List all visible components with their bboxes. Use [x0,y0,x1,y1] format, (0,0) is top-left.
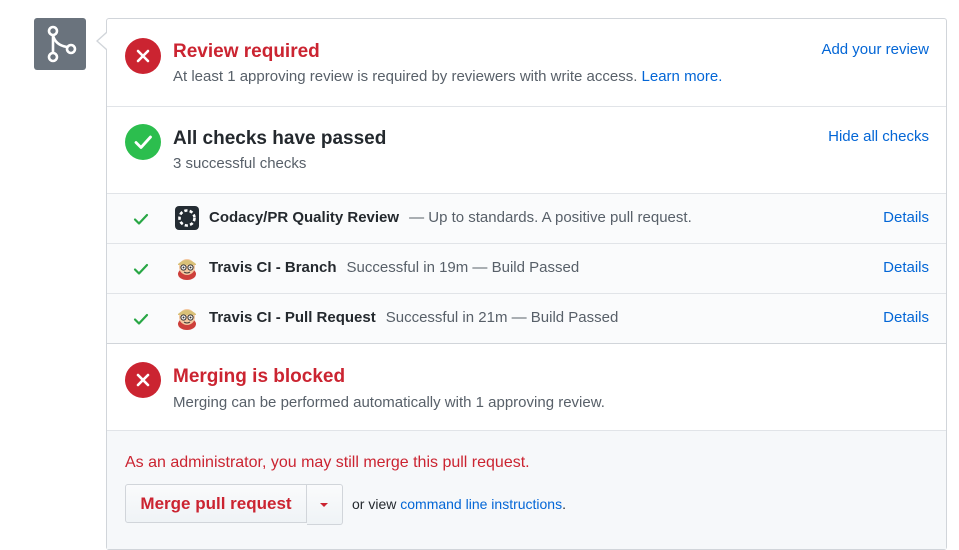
review-description-text: At least 1 approving review is required … [173,68,638,85]
check-row-travis-pr: Travis CI - Pull Request Successful in 21… [107,294,946,344]
merge-status-panel: Review required At least 1 approving rev… [106,18,947,550]
checks-description: 3 successful checks [173,155,307,172]
period-text: . [562,496,566,512]
command-line-hint: or view command line instructions. [352,496,566,512]
check-status: — Up to standards. A positive pull reque… [409,209,692,226]
check-icon [134,135,152,149]
check-name: Travis CI - Pull Request [209,309,376,326]
learn-more-link[interactable]: Learn more. [642,68,723,85]
command-line-instructions-link[interactable]: command line instructions [400,496,562,512]
review-section: Review required At least 1 approving rev… [107,19,946,106]
merge-blocked-description: Merging can be performed automatically w… [173,394,605,411]
review-description: At least 1 approving review is required … [173,68,722,85]
merge-options-dropdown[interactable] [307,484,343,525]
check-details-link[interactable]: Details [883,259,929,276]
check-icon [133,263,149,275]
check-name: Codacy/PR Quality Review [209,209,400,226]
check-row-travis-branch: Travis CI - Branch Successful in 19m — Bu… [107,244,946,294]
x-icon [136,49,150,63]
review-failed-badge [125,38,161,74]
check-details-link[interactable]: Details [883,309,929,326]
admin-merge-note: As an administrator, you may still merge… [125,454,530,471]
check-icon [133,313,149,325]
check-name: Travis CI - Branch [209,259,337,276]
or-view-text: or view [352,496,397,512]
merge-blocked-title: Merging is blocked [173,366,346,387]
check-text: Codacy/PR Quality Review — Up to standard… [209,209,692,226]
add-review-link[interactable]: Add your review [821,41,929,58]
merge-pull-request-button[interactable]: Merge pull request [125,484,307,523]
check-text: Travis CI - Branch Successful in 19m — Bu… [209,259,579,276]
hide-all-checks-link[interactable]: Hide all checks [828,128,929,145]
checks-title: All checks have passed [173,128,387,149]
travis-ci-mascot-icon [178,309,196,330]
codacy-logo-icon [175,206,199,230]
admin-merge-area: As an administrator, you may still merge… [107,431,946,549]
check-status: Successful in 19m — Build Passed [346,259,580,276]
check-text: Travis CI - Pull Request Successful in 21… [209,309,618,326]
checks-section: All checks have passed 3 successful chec… [107,107,946,193]
check-details-link[interactable]: Details [883,209,929,226]
travis-ci-mascot-icon [178,259,196,280]
check-icon [133,213,149,225]
caret-down-icon [320,503,328,507]
check-status: Successful in 21m — Build Passed [385,309,619,326]
x-icon [136,373,150,387]
checks-passed-badge [125,124,161,160]
merge-status-icon [34,18,86,70]
review-title: Review required [173,41,320,62]
panel-pointer-fill [98,33,107,49]
merge-blocked-section: Merging is blocked Merging can be perfor… [107,344,946,430]
check-row-codacy: Codacy/PR Quality Review — Up to standard… [107,194,946,244]
git-merge-icon [47,25,77,63]
merge-blocked-badge [125,362,161,398]
